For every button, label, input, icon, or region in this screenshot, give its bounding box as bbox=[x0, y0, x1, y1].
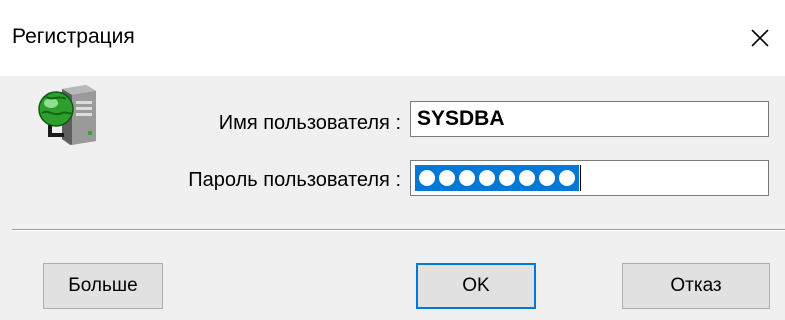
close-button[interactable] bbox=[735, 0, 785, 76]
username-label: Имя пользователя : bbox=[218, 112, 401, 134]
password-mask-dot bbox=[419, 170, 435, 186]
password-mask-dot bbox=[519, 170, 535, 186]
close-icon bbox=[751, 29, 769, 47]
password-selection bbox=[415, 165, 579, 191]
ok-button[interactable]: OK bbox=[416, 263, 536, 309]
username-field[interactable]: SYSDBA bbox=[410, 101, 769, 137]
more-button[interactable]: Больше bbox=[43, 263, 163, 309]
password-label: Пароль пользователя : bbox=[188, 169, 401, 191]
password-field[interactable] bbox=[410, 160, 769, 196]
divider bbox=[12, 229, 785, 231]
title-bar[interactable]: Регистрация bbox=[0, 0, 785, 76]
password-mask-dot bbox=[459, 170, 475, 186]
text-caret bbox=[580, 165, 581, 191]
login-dialog: Регистрация Имя пользователя: SYSDBA Па… bbox=[0, 0, 785, 320]
password-mask-dot bbox=[499, 170, 515, 186]
password-mask-dot bbox=[559, 170, 575, 186]
username-value: SYSDBA bbox=[417, 107, 505, 130]
cancel-button[interactable]: Отказ bbox=[622, 263, 770, 309]
password-mask-dot bbox=[539, 170, 555, 186]
password-mask-dot bbox=[479, 170, 495, 186]
password-mask-dot bbox=[439, 170, 455, 186]
server-globe-icon bbox=[36, 83, 100, 147]
window-title: Регистрация bbox=[12, 25, 135, 48]
